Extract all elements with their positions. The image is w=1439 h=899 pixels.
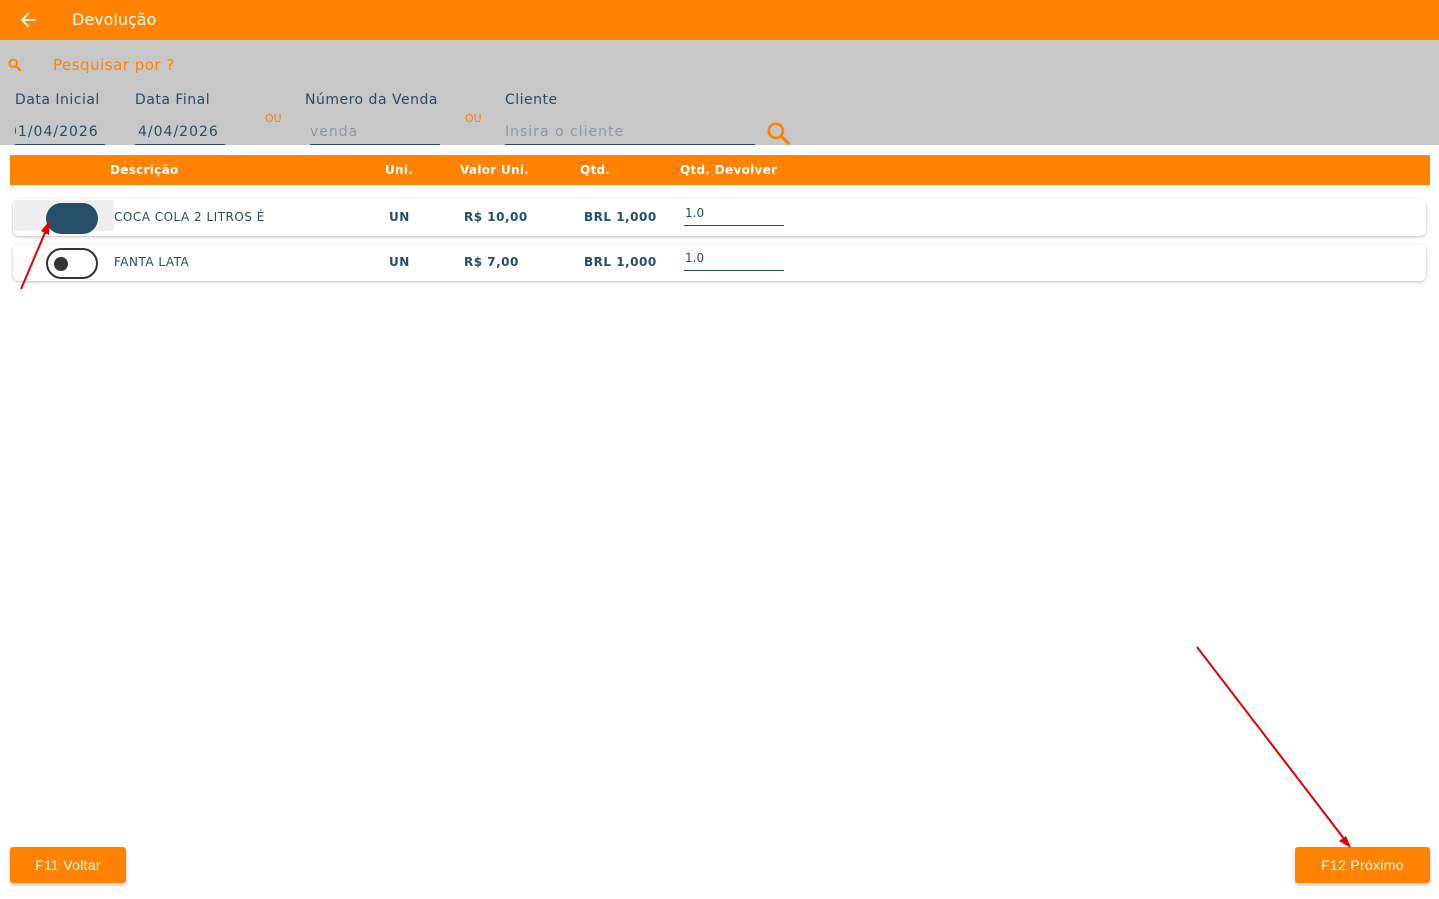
header-qtd: Qtd. xyxy=(580,163,611,177)
search-panel: Pesquisar por ? Data Inicial 01/04/2026 … xyxy=(0,40,1439,145)
toggle-knob xyxy=(54,257,68,271)
select-toggle[interactable] xyxy=(46,203,98,234)
page-title: Devolução xyxy=(72,10,157,29)
search-button-icon[interactable] xyxy=(765,120,791,146)
cell-descricao: FANTA LATA xyxy=(114,255,190,269)
select-toggle[interactable] xyxy=(46,248,98,279)
cliente-label: Cliente xyxy=(505,92,558,108)
header-uni: Uni. xyxy=(385,163,414,177)
arrow-left-icon[interactable] xyxy=(17,9,39,31)
or-separator: OU xyxy=(465,112,482,125)
cell-valor: R$ 7,00 xyxy=(464,255,519,269)
table-header: Descrição Uni. Valor Uni. Qtd. Qtd. Devo… xyxy=(10,155,1430,185)
cell-qtd: BRL 1,000 xyxy=(584,210,657,224)
qtd-devolver-input[interactable]: 1.0 xyxy=(684,206,784,226)
header-valor-uni: Valor Uni. xyxy=(460,163,530,177)
cell-uni: UN xyxy=(389,255,410,269)
table-row: COCA COLA 2 LITROS É UN R$ 10,00 BRL 1,0… xyxy=(13,199,1426,236)
data-final-label: Data Final xyxy=(135,92,211,108)
voltar-button[interactable]: F11 Voltar xyxy=(10,847,126,883)
data-inicial-label: Data Inicial xyxy=(15,92,100,108)
data-final-input[interactable]: 4/04/2026 xyxy=(135,124,225,145)
cell-qtd: BRL 1,000 xyxy=(584,255,657,269)
data-inicial-input[interactable]: 01/04/2026 xyxy=(15,124,105,145)
search-title: Pesquisar por ? xyxy=(53,56,175,74)
app-bar: Devolução xyxy=(0,0,1439,40)
numero-venda-input[interactable]: venda xyxy=(310,124,440,145)
table-row: FANTA LATA UN R$ 7,00 BRL 1,000 1.0 xyxy=(13,244,1426,281)
cell-descricao: COCA COLA 2 LITROS É xyxy=(114,210,265,224)
header-qtd-devolver: Qtd. Devolver xyxy=(680,163,778,177)
red-arrow-icon xyxy=(1196,646,1351,848)
qtd-devolver-input[interactable]: 1.0 xyxy=(684,251,784,271)
cliente-input[interactable]: Insira o cliente xyxy=(505,124,755,145)
proximo-button[interactable]: F12 Próximo xyxy=(1295,847,1430,883)
cell-uni: UN xyxy=(389,210,410,224)
search-icon xyxy=(8,58,22,72)
header-descricao: Descrição xyxy=(110,163,179,177)
or-separator: OU xyxy=(265,112,282,125)
cell-valor: R$ 10,00 xyxy=(464,210,528,224)
numero-venda-label: Número da Venda xyxy=(305,92,438,108)
